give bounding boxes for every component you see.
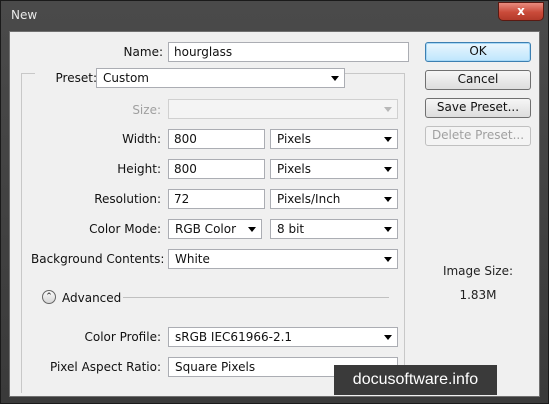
resolution-unit-value: Pixels/Inch <box>277 192 341 206</box>
resolution-input[interactable]: 72 <box>168 189 265 209</box>
width-label: Width: <box>122 132 161 146</box>
color-profile-select[interactable]: sRGB IEC61966-2.1 <box>168 327 398 347</box>
height-unit-value: Pixels <box>277 162 312 176</box>
bit-depth-value: 8 bit <box>277 222 305 236</box>
resolution-unit-select[interactable]: Pixels/Inch <box>270 189 398 209</box>
background-contents-label: Background Contents: <box>31 252 165 266</box>
title-bar[interactable]: New x <box>1 1 548 31</box>
color-profile-label: Color Profile: <box>84 330 162 344</box>
height-input[interactable]: 800 <box>168 159 265 179</box>
dialog-title: New <box>11 8 38 22</box>
chevron-down-icon <box>384 335 392 340</box>
chevron-down-icon <box>384 227 392 232</box>
new-document-dialog: New x Name: hourglass Preset: Custom Siz… <box>0 0 549 404</box>
background-contents-select[interactable]: White <box>168 249 398 269</box>
chevron-down-icon <box>384 257 392 262</box>
image-size-value: 1.83M <box>459 288 497 302</box>
background-contents-value: White <box>175 252 210 266</box>
width-input[interactable]: 800 <box>168 129 265 149</box>
preset-value: Custom <box>103 71 149 85</box>
name-input[interactable]: hourglass <box>168 42 409 62</box>
chevron-down-icon <box>384 197 392 202</box>
size-label: Size: <box>132 103 161 117</box>
delete-preset-button[interactable]: Delete Preset... <box>425 126 531 146</box>
ok-button[interactable]: OK <box>425 42 531 62</box>
advanced-toggle-button[interactable]: ⌃ <box>42 290 56 304</box>
cancel-button[interactable]: Cancel <box>425 70 531 90</box>
resolution-label: Resolution: <box>94 192 161 206</box>
save-preset-button[interactable]: Save Preset... <box>425 98 531 118</box>
advanced-label: Advanced <box>62 291 122 305</box>
close-icon: x <box>517 4 525 18</box>
color-mode-label: Color Mode: <box>89 222 161 236</box>
color-mode-value: RGB Color <box>175 222 237 236</box>
watermark: docusoftware.info <box>334 365 497 395</box>
width-unit-value: Pixels <box>277 132 312 146</box>
size-select[interactable] <box>168 99 398 119</box>
chevron-down-icon <box>384 107 392 112</box>
close-button[interactable]: x <box>498 2 544 21</box>
bit-depth-select[interactable]: 8 bit <box>270 219 398 239</box>
advanced-divider <box>123 297 389 298</box>
preset-label: Preset: <box>35 71 101 85</box>
name-label: Name: <box>123 45 163 59</box>
image-size-label: Image Size: <box>442 264 514 278</box>
chevron-down-icon <box>384 137 392 142</box>
height-unit-select[interactable]: Pixels <box>270 159 398 179</box>
chevron-down-icon <box>384 167 392 172</box>
color-mode-select[interactable]: RGB Color <box>168 219 262 239</box>
color-profile-value: sRGB IEC61966-2.1 <box>175 330 293 344</box>
chevron-up-icon: ⌃ <box>45 292 53 302</box>
width-unit-select[interactable]: Pixels <box>270 129 398 149</box>
chevron-down-icon <box>331 76 339 81</box>
pixel-aspect-ratio-label: Pixel Aspect Ratio: <box>50 360 161 374</box>
preset-select[interactable]: Custom <box>96 68 345 88</box>
chevron-down-icon <box>248 227 256 232</box>
pixel-aspect-ratio-value: Square Pixels <box>175 360 256 374</box>
height-label: Height: <box>117 162 161 176</box>
